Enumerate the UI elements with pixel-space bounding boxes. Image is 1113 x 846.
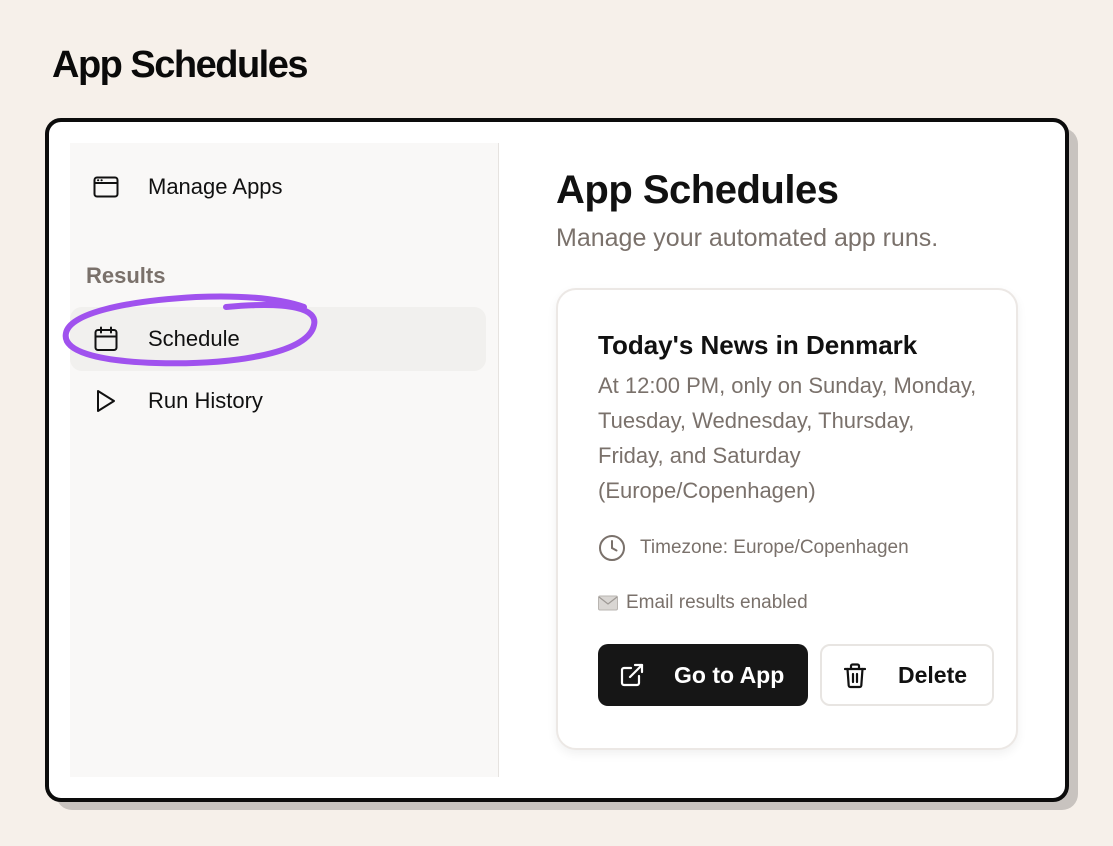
delete-label: Delete	[898, 661, 968, 688]
main-subtitle: Manage your automated app runs.	[556, 224, 939, 252]
email-row: Email results enabled	[598, 592, 808, 614]
sidebar-item-run-history[interactable]: Run History	[70, 369, 470, 433]
sidebar: Manage Apps Results Schedule Run History	[62, 143, 499, 777]
app-window-icon	[92, 173, 120, 201]
app-window: Manage Apps Results Schedule Run History	[45, 118, 1069, 802]
sidebar-item-schedule[interactable]: Schedule	[70, 307, 486, 371]
main-content: App Schedules Manage your automated app …	[498, 122, 1065, 798]
go-to-app-button[interactable]: Go to App	[598, 644, 808, 706]
sidebar-item-label: Run History	[148, 388, 263, 413]
main-title: App Schedules	[556, 168, 839, 212]
timezone-row: Timezone: Europe/Copenhagen	[598, 534, 909, 562]
trash-icon	[843, 663, 867, 695]
section-label-results: Results	[86, 263, 166, 288]
sidebar-item-label: Schedule	[148, 326, 240, 351]
external-link-icon	[620, 663, 644, 693]
sidebar-item-manage-apps[interactable]: Manage Apps	[70, 155, 470, 219]
go-to-app-label: Go to App	[674, 661, 785, 688]
delete-button[interactable]: Delete	[820, 644, 994, 706]
page-heading: App Schedules	[52, 44, 309, 86]
clock-icon	[598, 534, 626, 562]
schedule-description: At 12:00 PM, only on Sunday, Monday, Tue…	[598, 373, 977, 503]
email-status-text: Email results enabled	[626, 592, 808, 613]
timezone-text: Timezone: Europe/Copenhagen	[640, 537, 909, 558]
play-icon	[92, 387, 120, 415]
schedule-title: Today's News in Denmark	[598, 330, 918, 360]
sidebar-item-label: Manage Apps	[148, 174, 283, 199]
calendar-icon	[92, 325, 120, 353]
schedule-card: Today's News in Denmark At 12:00 PM, onl…	[556, 288, 1018, 750]
envelope-icon	[598, 595, 618, 611]
